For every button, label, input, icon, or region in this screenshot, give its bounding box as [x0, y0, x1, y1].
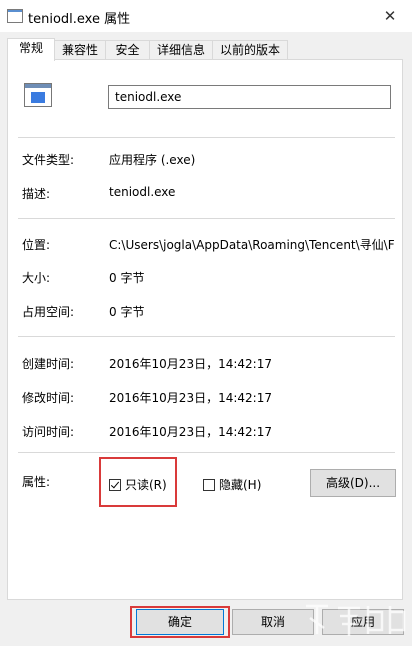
- divider: [18, 452, 395, 453]
- created-label: 创建时间:: [22, 357, 75, 371]
- tab-compatibility[interactable]: 兼容性: [54, 40, 106, 60]
- tab-previous-versions[interactable]: 以前的版本: [212, 40, 288, 60]
- checkbox-checked-icon: [109, 478, 121, 491]
- advanced-button[interactable]: 高级(D)...: [310, 469, 396, 497]
- title-bar: teniodl.exe 属性 ✕: [0, 0, 412, 32]
- modified-label: 修改时间:: [22, 391, 75, 405]
- modified-value: 2016年10月23日，14:42:17: [109, 391, 272, 405]
- readonly-checkbox[interactable]: 只读(R): [109, 476, 167, 493]
- size-value: 0 字节: [109, 271, 145, 285]
- general-panel: teniodl.exe 文件类型: 应用程序 (.exe) 描述: teniod…: [7, 59, 403, 600]
- tab-details[interactable]: 详细信息: [149, 40, 213, 60]
- close-button[interactable]: ✕: [370, 2, 410, 30]
- size-on-disk-value: 0 字节: [109, 305, 145, 319]
- window-icon: [7, 9, 23, 23]
- accessed-value: 2016年10月23日，14:42:17: [109, 425, 272, 439]
- file-name-field[interactable]: teniodl.exe: [108, 85, 391, 109]
- description-label: 描述:: [22, 187, 51, 201]
- type-value: 应用程序 (.exe): [109, 153, 196, 167]
- hidden-checkbox[interactable]: 隐藏(H): [203, 476, 261, 493]
- type-label: 文件类型:: [22, 153, 75, 167]
- divider: [18, 218, 395, 219]
- divider: [18, 137, 395, 138]
- description-value: teniodl.exe: [109, 185, 176, 199]
- size-on-disk-label: 占用空间:: [22, 305, 75, 319]
- accessed-label: 访问时间:: [22, 425, 75, 439]
- location-value: C:\Users\jogla\AppData\Roaming\Tencent\寻…: [109, 238, 395, 252]
- attributes-label: 属性:: [22, 475, 51, 489]
- readonly-label: 只读(R): [125, 478, 167, 492]
- created-value: 2016年10月23日，14:42:17: [109, 357, 272, 371]
- tab-general[interactable]: 常规: [7, 38, 55, 61]
- divider: [18, 336, 395, 337]
- checkbox-unchecked-icon: [203, 478, 215, 491]
- window-title: teniodl.exe 属性: [28, 12, 131, 27]
- hidden-label: 隐藏(H): [219, 478, 262, 492]
- ok-button[interactable]: 确定: [136, 609, 224, 635]
- size-label: 大小:: [22, 271, 51, 285]
- site-watermark-logo: [306, 604, 406, 636]
- exe-file-icon: [24, 83, 52, 107]
- location-label: 位置:: [22, 238, 51, 252]
- tab-security[interactable]: 安全: [105, 40, 150, 60]
